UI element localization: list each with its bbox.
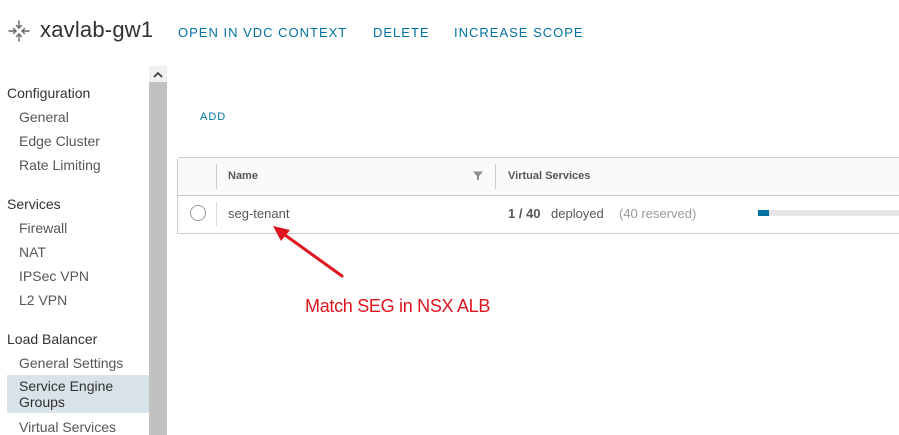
sidebar-section-configuration: Configuration xyxy=(7,85,91,101)
sidebar-item-general-settings[interactable]: General Settings xyxy=(19,355,123,371)
add-button[interactable]: ADD xyxy=(200,111,226,123)
open-in-vdc-context-button[interactable]: OPEN IN VDC CONTEXT xyxy=(178,25,347,40)
sidebar-item-rate-limiting[interactable]: Rate Limiting xyxy=(19,157,101,173)
sidebar-section-services: Services xyxy=(7,196,61,212)
header: xavlab-gw1 OPEN IN VDC CONTEXT DELETE IN… xyxy=(0,0,899,64)
sidebar-item-general[interactable]: General xyxy=(19,109,69,125)
sidebar-item-nat[interactable]: NAT xyxy=(19,244,46,260)
row-divider xyxy=(216,202,217,226)
sidebar-item-virtual-services[interactable]: Virtual Services xyxy=(19,419,116,435)
increase-scope-button[interactable]: INCREASE SCOPE xyxy=(454,25,584,40)
usage-progress-fill xyxy=(758,210,769,216)
column-divider[interactable] xyxy=(495,164,496,189)
page-title: xavlab-gw1 xyxy=(40,17,154,42)
chevron-up-icon xyxy=(153,71,163,78)
gateway-icon xyxy=(8,20,30,42)
sidebar-section-load-balancer: Load Balancer xyxy=(7,331,98,347)
vs-reserved: (40 reserved) xyxy=(619,206,697,221)
annotation-text: Match SEG in NSX ALB xyxy=(305,296,491,316)
grid-header: Name Virtual Services xyxy=(178,158,899,196)
column-header-name[interactable]: Name xyxy=(228,170,258,182)
sidebar-item-service-engine-groups[interactable]: Service Engine Groups xyxy=(7,375,149,413)
scrollbar-thumb[interactable] xyxy=(149,82,167,435)
sidebar: Configuration General Edge Cluster Rate … xyxy=(0,66,167,435)
vs-status: deployed xyxy=(551,206,604,221)
sidebar-item-l2-vpn[interactable]: L2 VPN xyxy=(19,292,67,308)
red-arrow-annotation xyxy=(273,226,344,278)
column-divider xyxy=(216,164,217,189)
filter-icon[interactable] xyxy=(472,170,484,182)
sidebar-item-ipsec-vpn[interactable]: IPSec VPN xyxy=(19,268,89,284)
sidebar-item-firewall[interactable]: Firewall xyxy=(19,220,67,236)
sidebar-scrollbar[interactable] xyxy=(149,66,167,435)
usage-progress-bar xyxy=(758,210,899,216)
column-header-virtual-services[interactable]: Virtual Services xyxy=(508,170,590,182)
delete-button[interactable]: DELETE xyxy=(373,25,430,40)
sidebar-item-edge-cluster[interactable]: Edge Cluster xyxy=(19,133,100,149)
row-select-radio[interactable] xyxy=(190,205,206,221)
seg-name-cell: seg-tenant xyxy=(228,206,290,221)
vs-count: 1 / 40 xyxy=(508,206,541,221)
scroll-up-button[interactable] xyxy=(149,66,167,82)
